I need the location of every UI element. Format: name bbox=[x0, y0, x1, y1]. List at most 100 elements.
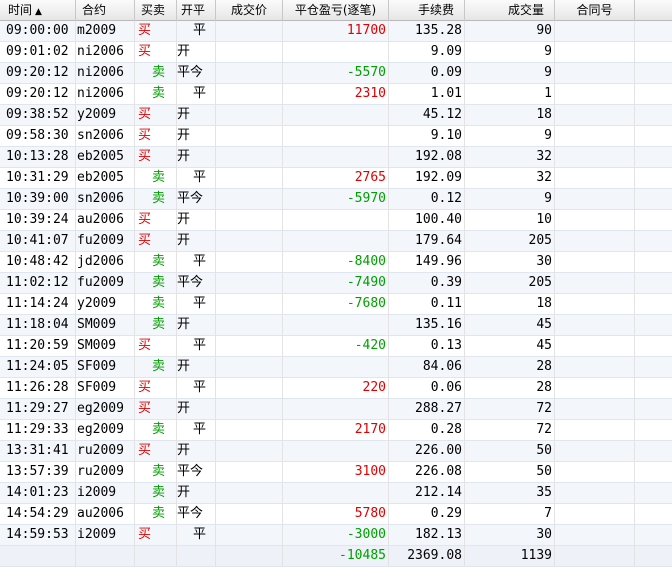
cell-contract: eb2005 bbox=[76, 168, 135, 189]
table-row[interactable]: 09:00:00 m2009 买 平 11700 135.28 90 bbox=[0, 21, 672, 42]
cell-volume: 50 bbox=[465, 462, 555, 483]
cell-filler bbox=[635, 483, 672, 504]
cell-volume: 90 bbox=[465, 21, 555, 42]
table-row[interactable]: 09:20:12 ni2006 卖 平 2310 1.01 1 bbox=[0, 84, 672, 105]
cell-contract-no bbox=[555, 378, 635, 399]
cell-open-close: 开 bbox=[177, 399, 216, 420]
cell-contract-no bbox=[555, 441, 635, 462]
column-header-pnl[interactable]: 平仓盈亏(逐笔) bbox=[283, 0, 389, 21]
table-row[interactable]: 11:20:59 SM009 买 平 -420 0.13 45 bbox=[0, 336, 672, 357]
cell-fee: 0.28 bbox=[389, 420, 465, 441]
cell-side: 卖 bbox=[135, 315, 177, 336]
cell-volume: 30 bbox=[465, 525, 555, 546]
cell-pnl: 2310 bbox=[283, 84, 389, 105]
cell-time: 10:31:29 bbox=[0, 168, 76, 189]
table-row[interactable]: 13:31:41 ru2009 买 开 226.00 50 bbox=[0, 441, 672, 462]
table-row[interactable]: 11:29:27 eg2009 买 开 288.27 72 bbox=[0, 399, 672, 420]
table-row[interactable]: 09:38:52 y2009 买 开 45.12 18 bbox=[0, 105, 672, 126]
table-row[interactable]: 10:41:07 fu2009 买 开 179.64 205 bbox=[0, 231, 672, 252]
table-row[interactable]: 09:20:12 ni2006 卖平今 -5570 0.09 9 bbox=[0, 63, 672, 84]
table-row[interactable]: 10:39:00 sn2006 卖平今 -5970 0.12 9 bbox=[0, 189, 672, 210]
cell-time: 11:02:12 bbox=[0, 273, 76, 294]
open-close-label: 开 bbox=[177, 128, 191, 143]
cell-time: 14:59:53 bbox=[0, 525, 76, 546]
cell-contract-no bbox=[555, 147, 635, 168]
open-close-label: 开 bbox=[177, 485, 191, 500]
cell-price bbox=[216, 441, 283, 462]
table-row[interactable]: 13:57:39 ru2009 卖平今 3100 226.08 50 bbox=[0, 462, 672, 483]
open-close-label: 平 bbox=[193, 86, 207, 101]
cell-time: 11:29:27 bbox=[0, 399, 76, 420]
table-row[interactable]: 10:31:29 eb2005 卖 平 2765 192.09 32 bbox=[0, 168, 672, 189]
cell-filler bbox=[635, 273, 672, 294]
column-header-time[interactable]: 时间 ▲ bbox=[0, 0, 76, 21]
column-header-contract-no[interactable]: 合同号 bbox=[555, 0, 635, 21]
column-header-open-close[interactable]: 开平 bbox=[177, 0, 216, 21]
table-row[interactable]: 11:24:05 SF009 卖开 84.06 28 bbox=[0, 357, 672, 378]
cell-price bbox=[216, 231, 283, 252]
column-header-fee[interactable]: 手续费 bbox=[389, 0, 465, 21]
cell-price bbox=[216, 378, 283, 399]
table-row[interactable]: 14:54:29 au2006 卖平今 5780 0.29 7 bbox=[0, 504, 672, 525]
cell-contract: eg2009 bbox=[76, 399, 135, 420]
cell-fee: 1.01 bbox=[389, 84, 465, 105]
cell-pnl bbox=[283, 210, 389, 231]
cell-pnl bbox=[283, 483, 389, 504]
side-buy-label: 买 bbox=[138, 44, 152, 59]
cell-pnl: 11700 bbox=[283, 21, 389, 42]
side-buy-label: 买 bbox=[138, 380, 152, 395]
cell-contract-no bbox=[555, 315, 635, 336]
cell-contract-no bbox=[555, 252, 635, 273]
side-buy-label: 买 bbox=[138, 23, 152, 38]
cell-time: 10:39:24 bbox=[0, 210, 76, 231]
cell-side: 卖 bbox=[135, 420, 177, 441]
table-row[interactable]: 11:18:04 SM009 卖开 135.16 45 bbox=[0, 315, 672, 336]
cell-time: 13:57:39 bbox=[0, 462, 76, 483]
table-row[interactable]: 11:02:12 fu2009 卖平今 -7490 0.39 205 bbox=[0, 273, 672, 294]
cell-price bbox=[216, 126, 283, 147]
cell-open-close: 平 bbox=[177, 21, 216, 42]
table-row[interactable]: 14:01:23 i2009 卖开 212.14 35 bbox=[0, 483, 672, 504]
open-close-label: 开 bbox=[177, 44, 191, 59]
cell-contract: jd2006 bbox=[76, 252, 135, 273]
table-row[interactable]: 10:39:24 au2006 买 开 100.40 10 bbox=[0, 210, 672, 231]
side-sell-label: 卖 bbox=[152, 296, 166, 311]
cell-fee: 0.39 bbox=[389, 273, 465, 294]
column-header-contract[interactable]: 合约 bbox=[76, 0, 135, 21]
table-row[interactable]: 10:48:42 jd2006 卖 平 -8400 149.96 30 bbox=[0, 252, 672, 273]
cell-contract-no bbox=[555, 336, 635, 357]
table-row[interactable]: 11:29:33 eg2009 卖 平 2170 0.28 72 bbox=[0, 420, 672, 441]
cell-fee: 135.28 bbox=[389, 21, 465, 42]
cell-price bbox=[216, 483, 283, 504]
column-header-contract-label: 合约 bbox=[82, 3, 107, 17]
column-header-volume[interactable]: 成交量 bbox=[465, 0, 555, 21]
cell-side: 买 bbox=[135, 210, 177, 231]
cell-contract-no bbox=[555, 525, 635, 546]
cell-price bbox=[216, 105, 283, 126]
table-row[interactable]: 09:01:02 ni2006 买 开 9.09 9 bbox=[0, 42, 672, 63]
cell-fee: 0.29 bbox=[389, 504, 465, 525]
cell-contract: ni2006 bbox=[76, 84, 135, 105]
table-row[interactable]: 11:26:28 SF009 买 平 220 0.06 28 bbox=[0, 378, 672, 399]
table-row[interactable]: 10:13:28 eb2005 买 开 192.08 32 bbox=[0, 147, 672, 168]
cell-volume: 9 bbox=[465, 189, 555, 210]
side-sell-label: 卖 bbox=[152, 359, 166, 374]
cell-pnl bbox=[283, 357, 389, 378]
cell-open-close: 开 bbox=[177, 441, 216, 462]
cell-open-close: 开 bbox=[177, 210, 216, 231]
cell-contract: SF009 bbox=[76, 357, 135, 378]
cell-volume: 7 bbox=[465, 504, 555, 525]
table-row[interactable]: 14:59:53 i2009 买 平 -3000 182.13 30 bbox=[0, 525, 672, 546]
table-row[interactable]: 11:14:24 y2009 卖 平 -7680 0.11 18 bbox=[0, 294, 672, 315]
side-sell-label: 卖 bbox=[152, 275, 166, 290]
cell-pnl bbox=[283, 42, 389, 63]
cell-empty bbox=[555, 546, 635, 567]
cell-fee: 135.16 bbox=[389, 315, 465, 336]
column-header-side[interactable]: 买卖 bbox=[135, 0, 177, 21]
cell-pnl bbox=[283, 315, 389, 336]
cell-contract: i2009 bbox=[76, 483, 135, 504]
cell-filler bbox=[635, 42, 672, 63]
cell-filler bbox=[635, 399, 672, 420]
table-row[interactable]: 09:58:30 sn2006 买 开 9.10 9 bbox=[0, 126, 672, 147]
column-header-price[interactable]: 成交价 bbox=[216, 0, 283, 21]
